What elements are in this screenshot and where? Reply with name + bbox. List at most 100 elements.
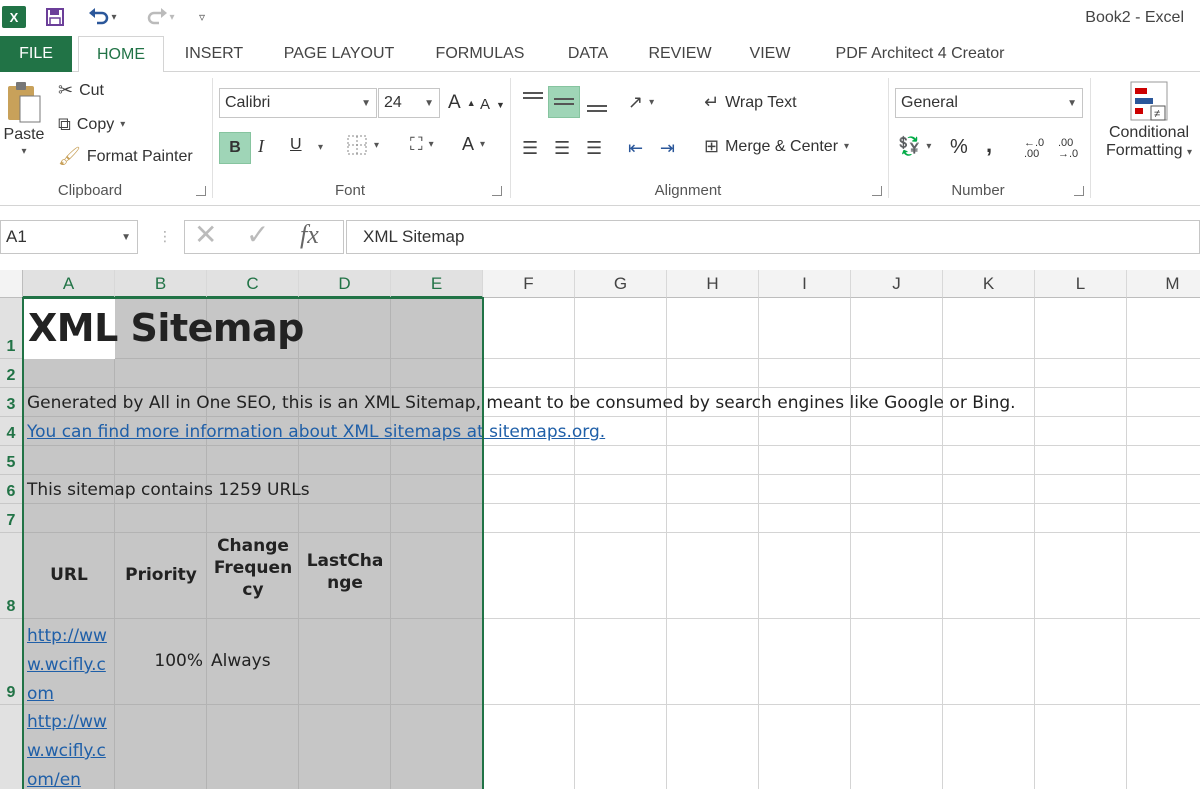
grid-cell[interactable] [299, 446, 391, 475]
tab-review[interactable]: REVIEW [642, 36, 718, 72]
number-format-select[interactable]: General ▼ [895, 88, 1083, 118]
column-header-l[interactable]: L [1035, 270, 1127, 298]
row-header-3[interactable]: 3 [0, 388, 23, 417]
cell-a1[interactable]: XML Sitemap [28, 306, 304, 350]
grid-cell[interactable] [483, 504, 575, 533]
grid-cell[interactable] [1035, 388, 1127, 417]
grid-cell[interactable] [851, 359, 943, 388]
customize-icon[interactable]: ▿ [194, 4, 210, 30]
grid-cell[interactable] [851, 298, 943, 359]
align-bottom-button[interactable] [586, 94, 608, 114]
grid-cell[interactable] [851, 619, 943, 705]
grid-cell[interactable] [299, 298, 391, 359]
grid-cell[interactable] [851, 504, 943, 533]
grid-cell[interactable] [1127, 417, 1200, 446]
grid-cell[interactable] [667, 446, 759, 475]
grid-cell[interactable] [575, 359, 667, 388]
grid-cell[interactable] [575, 705, 667, 789]
grid-cell[interactable] [483, 705, 575, 789]
number-launcher-icon[interactable] [1074, 186, 1084, 196]
alignment-launcher-icon[interactable] [872, 186, 882, 196]
grid-cell[interactable] [943, 504, 1035, 533]
merge-center-button[interactable]: ⊞ Merge & Center ▾ [704, 136, 849, 157]
align-top-button[interactable] [522, 90, 544, 110]
orientation-button[interactable]: ↗ ▾ [628, 92, 654, 113]
grid-cell[interactable] [851, 705, 943, 789]
increase-decimal-button[interactable]: ←.0 .00 [1024, 138, 1054, 160]
underline-dropdown-icon[interactable]: ▾ [318, 142, 323, 153]
grid-cell[interactable] [483, 619, 575, 705]
column-header-b[interactable]: B [115, 270, 207, 298]
grid-cell[interactable] [667, 298, 759, 359]
enter-check-icon[interactable]: ✓ [246, 218, 269, 251]
grid-cell[interactable] [1127, 619, 1200, 705]
grid-cell[interactable] [115, 504, 207, 533]
grid-cell[interactable] [1035, 446, 1127, 475]
grid-cell[interactable] [667, 504, 759, 533]
grid-cell[interactable] [575, 446, 667, 475]
grid-cell[interactable] [391, 475, 483, 504]
grid-cell[interactable] [759, 475, 851, 504]
grid-cell[interactable] [1127, 475, 1200, 504]
grid-cell[interactable] [1035, 504, 1127, 533]
grid-cell[interactable] [1127, 359, 1200, 388]
grid-cell[interactable] [759, 359, 851, 388]
save-icon[interactable] [42, 4, 68, 30]
worksheet-grid[interactable]: A B C D E F G H I J K L M 1 2 3 4 5 6 7 … [0, 270, 1200, 789]
cell-b8[interactable]: Priority [115, 565, 207, 585]
grid-cell[interactable] [667, 359, 759, 388]
grid-cell[interactable] [667, 475, 759, 504]
row-header-1[interactable]: 1 [0, 298, 23, 359]
font-size-select[interactable]: 24 ▼ [378, 88, 440, 118]
borders-button[interactable]: ▾ [346, 134, 379, 156]
decrease-decimal-button[interactable]: .00 →.0 [1058, 138, 1088, 160]
row-header-7[interactable]: 7 [0, 504, 23, 533]
grid-cell[interactable] [851, 446, 943, 475]
cancel-icon[interactable]: ✕ [194, 218, 217, 251]
font-name-select[interactable]: Calibri ▼ [219, 88, 377, 118]
row-header-9[interactable]: 9 [0, 619, 23, 705]
resize-dots-icon[interactable]: ⋮ [158, 228, 172, 245]
grid-cell[interactable] [943, 298, 1035, 359]
grid-cell[interactable] [1035, 705, 1127, 789]
grid-cell[interactable] [943, 533, 1035, 619]
column-header-a[interactable]: A [23, 270, 115, 298]
column-header-h[interactable]: H [667, 270, 759, 298]
column-header-f[interactable]: F [483, 270, 575, 298]
cell-b9[interactable]: 100% [115, 651, 203, 671]
grid-cell[interactable] [483, 533, 575, 619]
grid-cell[interactable] [1127, 533, 1200, 619]
row-header-8[interactable]: 8 [0, 533, 23, 619]
grid-cell[interactable] [483, 298, 575, 359]
shrink-font-button[interactable]: A ▼ [480, 96, 505, 113]
grid-cell[interactable] [667, 705, 759, 789]
grid-cell[interactable] [23, 359, 115, 388]
grid-cell[interactable] [575, 619, 667, 705]
fill-color-button[interactable]: ⛶ ▾ [410, 134, 434, 155]
grid-cell[interactable] [23, 504, 115, 533]
cell-a6[interactable]: This sitemap contains 1259 URLs [27, 480, 310, 500]
name-box[interactable]: A1 ▼ [0, 220, 138, 254]
align-left-button[interactable]: ☰ [522, 138, 538, 159]
insert-function-icon[interactable]: fx [300, 220, 319, 250]
align-middle-button[interactable] [548, 86, 580, 118]
cell-a10-link[interactable]: http://www.wcifly.com/en [27, 708, 115, 789]
tab-home[interactable]: HOME [78, 36, 164, 73]
grid-cell[interactable] [115, 446, 207, 475]
grid-cell[interactable] [1035, 475, 1127, 504]
grid-cell[interactable] [759, 533, 851, 619]
grid-cell[interactable] [759, 504, 851, 533]
grid-cell[interactable] [667, 533, 759, 619]
undo-icon[interactable]: ▾ [82, 4, 122, 30]
row-header-5[interactable]: 5 [0, 446, 23, 475]
grid-cell[interactable] [851, 475, 943, 504]
row-header-2[interactable]: 2 [0, 359, 23, 388]
column-header-k[interactable]: K [943, 270, 1035, 298]
grid-cell[interactable] [1127, 504, 1200, 533]
grid-cell[interactable] [483, 359, 575, 388]
column-header-g[interactable]: G [575, 270, 667, 298]
grid-cell[interactable] [115, 705, 207, 789]
column-header-m[interactable]: M [1127, 270, 1200, 298]
grid-cell[interactable] [667, 417, 759, 446]
conditional-formatting-button[interactable]: ≠ Conditional Formatting ▾ [1098, 80, 1200, 160]
